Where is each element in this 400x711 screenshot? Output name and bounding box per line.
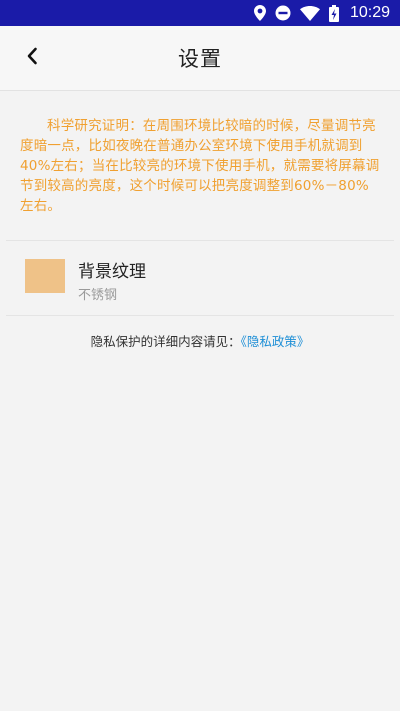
page-title: 设置	[178, 47, 222, 71]
location-icon	[253, 5, 266, 21]
status-bar: 10:29	[0, 0, 400, 26]
background-texture-setting[interactable]: 背景纹理 不锈钢	[0, 242, 400, 314]
texture-swatch	[25, 259, 65, 293]
back-button[interactable]	[18, 44, 46, 72]
wifi-icon	[299, 5, 320, 21]
privacy-notice: 隐私保护的详细内容请见：《隐私政策》	[0, 331, 400, 350]
status-time: 10:29	[349, 4, 390, 21]
battery-charging-icon	[328, 4, 339, 22]
divider	[6, 240, 394, 241]
divider	[6, 315, 394, 316]
privacy-text: 隐私保护的详细内容请见：	[90, 334, 241, 349]
app-bar: 设置	[0, 26, 400, 91]
setting-label: 背景纹理	[78, 262, 146, 282]
chevron-left-icon	[26, 47, 38, 69]
privacy-policy-link[interactable]: 《隐私政策》	[241, 334, 310, 349]
brightness-notice: 科学研究证明：在周围环境比较暗的时候，尽量调节亮度暗一点，比如夜晚在普通办公室环…	[20, 118, 380, 214]
setting-value: 不锈钢	[78, 288, 118, 303]
do-not-disturb-icon	[275, 5, 291, 21]
